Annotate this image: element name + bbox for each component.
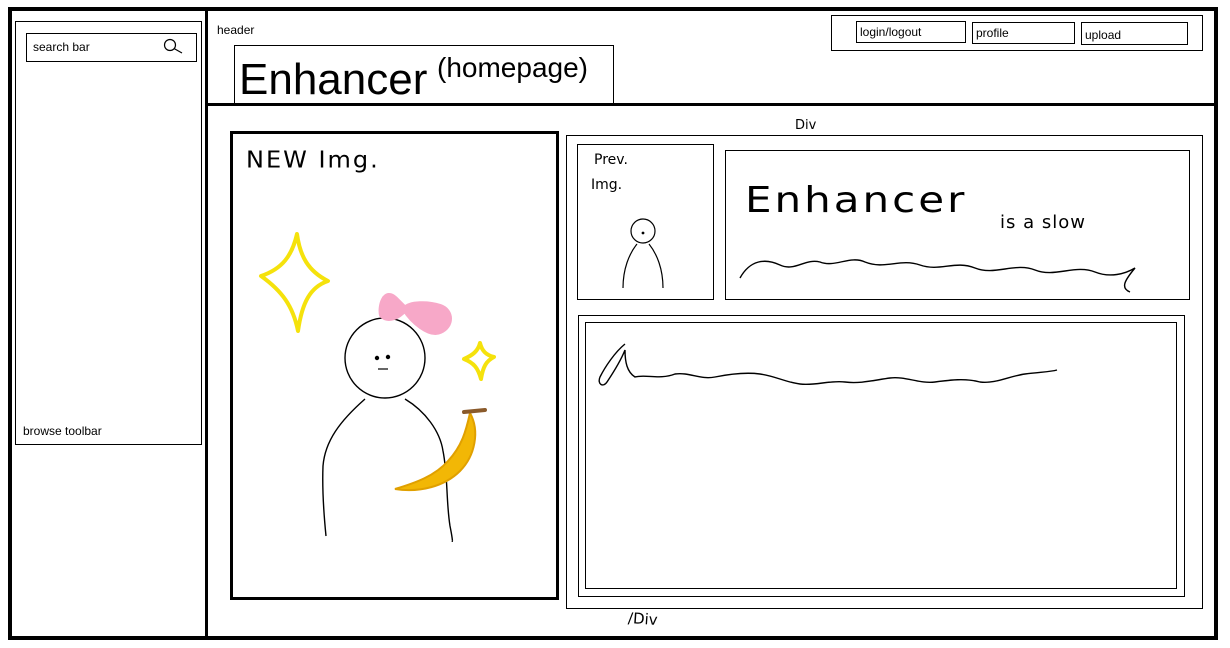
figure-head [344, 317, 426, 399]
upload-button[interactable]: upload [1081, 22, 1188, 45]
page-subtitle: (homepage) [437, 52, 588, 83]
profile-button[interactable]: profile [972, 22, 1075, 44]
new-image-drawing [259, 232, 496, 543]
sidebar [15, 21, 202, 445]
search-label: search bar [33, 40, 90, 54]
search-icon[interactable] [161, 38, 185, 56]
scribble-text [598, 343, 1058, 386]
login-logout-button[interactable]: login/logout [856, 21, 966, 43]
div-close-label: /Div [627, 608, 659, 630]
sparkle-icon [462, 341, 496, 381]
banana-icon [394, 410, 477, 492]
sparkle-icon [259, 232, 330, 333]
bow-icon [378, 293, 452, 335]
browse-toolbar-label: browse toolbar [23, 424, 102, 438]
prev-image-figure-icon [622, 218, 664, 289]
page-title: Enhancer [239, 55, 428, 104]
div-open-label: Div [795, 118, 817, 133]
scribble-text [739, 259, 1136, 293]
header-label: header [217, 23, 255, 37]
